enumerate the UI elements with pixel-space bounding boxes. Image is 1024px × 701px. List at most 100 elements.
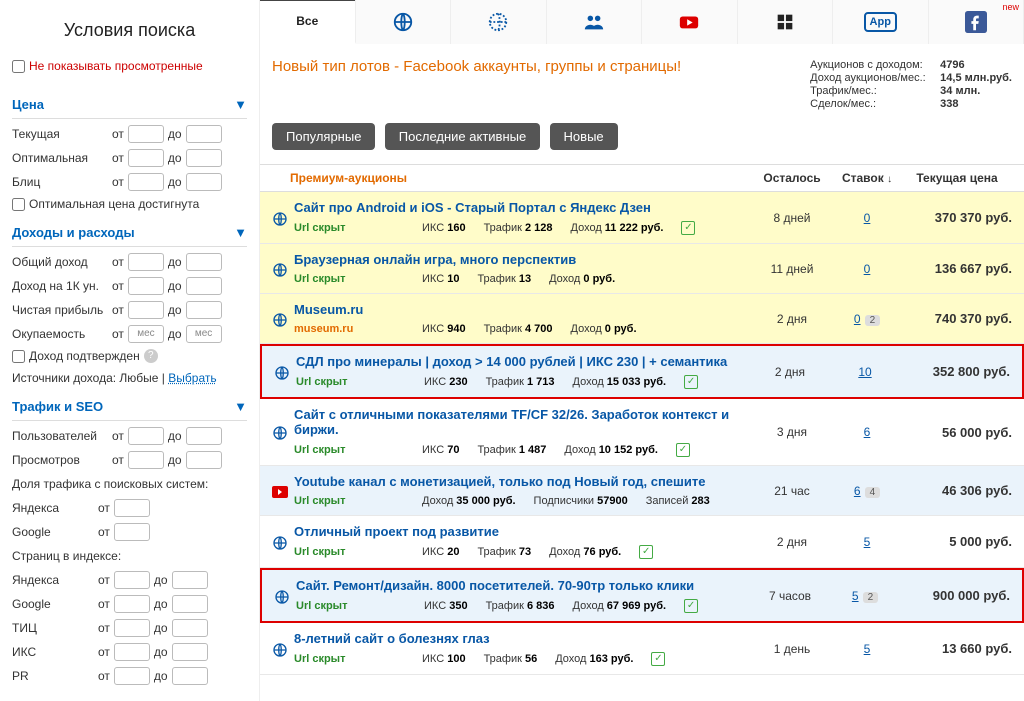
filter-from-input[interactable] [114, 499, 150, 517]
filter-to-input[interactable] [172, 571, 208, 589]
section-price-header[interactable]: Цена ▼ [12, 91, 247, 119]
tab-youtube[interactable] [642, 0, 738, 44]
filter-to-input[interactable] [186, 253, 222, 271]
filter-to-input[interactable] [186, 301, 222, 319]
lot-title[interactable]: Отличный проект под развитие [294, 524, 752, 539]
tab-all[interactable]: Все [260, 0, 356, 44]
filter-to-input[interactable] [186, 149, 222, 167]
filter-to-input[interactable] [186, 427, 222, 445]
lot-row[interactable]: 8-летний сайт о болезнях глаз Url скрытИ… [260, 623, 1024, 675]
lot-title[interactable]: Сайт про Android и iOS - Старый Портал с… [294, 200, 752, 215]
filter-from-input[interactable] [114, 523, 150, 541]
filter-from-input[interactable] [128, 253, 164, 271]
lot-title[interactable]: Браузерная онлайн игра, много перспектив [294, 252, 752, 267]
lot-bids[interactable]: 64 [832, 484, 902, 498]
lot-price: 46 306 руб. [902, 483, 1012, 498]
lot-title[interactable]: Youtube канал с монетизацией, только под… [294, 474, 752, 489]
filter-to-input[interactable] [172, 619, 208, 637]
lot-row[interactable]: Сайт про Android и iOS - Старый Портал с… [260, 192, 1024, 244]
filter-from-input[interactable] [128, 149, 164, 167]
lot-price: 370 370 руб. [902, 210, 1012, 225]
lot-row[interactable]: Сайт с отличными показателями TF/CF 32/2… [260, 399, 1024, 466]
help-icon[interactable]: ? [144, 349, 158, 363]
tab-instagram[interactable] [738, 0, 834, 44]
verified-icon: ✓ [651, 652, 665, 666]
search-share-label: Доля трафика с поисковых систем: [12, 477, 247, 491]
lot-title[interactable]: Сайт. Ремонт/дизайн. 8000 посетителей. 7… [296, 578, 750, 593]
lot-row[interactable]: Youtube канал с монетизацией, только под… [260, 466, 1024, 516]
lot-row[interactable]: Сайт. Ремонт/дизайн. 8000 посетителей. 7… [260, 568, 1024, 623]
lot-title[interactable]: Сайт с отличными показателями TF/CF 32/2… [294, 407, 752, 437]
lot-title[interactable]: Museum.ru [294, 302, 752, 317]
filter-label: Google [12, 525, 98, 539]
lot-bids[interactable]: 5 [832, 642, 902, 656]
filter-from-input[interactable] [128, 427, 164, 445]
hide-viewed-label: Не показывать просмотренные [29, 59, 203, 73]
section-income-header[interactable]: Доходы и расходы ▼ [12, 219, 247, 247]
lot-time-left: 8 дней [752, 211, 832, 225]
hide-viewed-checkbox[interactable] [12, 60, 25, 73]
lot-bids[interactable]: 5 [832, 535, 902, 549]
lot-title[interactable]: СДЛ про минералы | доход > 14 000 рублей… [296, 354, 750, 369]
filter-to-input[interactable] [172, 643, 208, 661]
facebook-icon [965, 11, 987, 33]
filter-to-input[interactable] [186, 173, 222, 191]
filter-to-input[interactable] [186, 125, 222, 143]
lot-title[interactable]: 8-летний сайт о болезнях глаз [294, 631, 752, 646]
filter-from-input[interactable] [128, 451, 164, 469]
filter-from-input[interactable] [128, 173, 164, 191]
filter-from-input[interactable] [128, 125, 164, 143]
filter-from-input[interactable] [114, 667, 150, 685]
income-sources-link[interactable]: Выбрать [168, 371, 216, 385]
youtube-icon [678, 11, 700, 33]
lot-row[interactable]: Отличный проект под развитие Url скрытИК… [260, 516, 1024, 568]
filter-label: ИКС [12, 645, 98, 659]
filter-label: Google [12, 597, 98, 611]
lot-time-left: 11 дней [752, 262, 832, 276]
lot-bids[interactable]: 0 [832, 262, 902, 276]
income-confirmed-checkbox[interactable] [12, 350, 25, 363]
col-time-header[interactable]: Осталось [752, 171, 832, 185]
section-income-title: Доходы и расходы [12, 225, 135, 240]
filter-to-input[interactable] [172, 667, 208, 685]
verified-icon: ✓ [676, 443, 690, 457]
opt-price-reached-checkbox[interactable] [12, 198, 25, 211]
tab-domains[interactable] [451, 0, 547, 44]
tab-apps[interactable]: App [833, 0, 929, 44]
lot-bids[interactable]: 52 [830, 589, 900, 603]
filter-from-input[interactable] [114, 643, 150, 661]
col-price-header[interactable]: Текущая цена [902, 171, 1012, 185]
pill-new[interactable]: Новые [550, 123, 618, 150]
filter-from-input[interactable] [114, 595, 150, 613]
lot-bids[interactable]: 10 [830, 365, 900, 379]
filter-from-input[interactable] [128, 277, 164, 295]
lot-url-hidden: Url скрыт [294, 653, 404, 665]
filter-to-input[interactable] [172, 595, 208, 613]
pill-popular[interactable]: Популярные [272, 123, 375, 150]
verified-icon: ✓ [684, 599, 698, 613]
filter-from-input[interactable] [114, 619, 150, 637]
filter-to-input[interactable] [186, 451, 222, 469]
lot-row[interactable]: СДЛ про минералы | доход > 14 000 рублей… [260, 344, 1024, 399]
filter-label: Пользователей [12, 429, 112, 443]
lot-url-hidden: Url скрыт [294, 273, 404, 285]
lot-bids[interactable]: 0 [832, 211, 902, 225]
tab-social[interactable] [547, 0, 643, 44]
filter-to-input[interactable] [186, 277, 222, 295]
col-bids-header[interactable]: Ставок ↓ [832, 171, 902, 185]
filter-from-input[interactable] [114, 571, 150, 589]
tab-websites[interactable] [356, 0, 452, 44]
lot-bids[interactable]: 02 [832, 312, 902, 326]
lot-domain[interactable]: museum.ru [294, 323, 404, 335]
pill-recent[interactable]: Последние активные [385, 123, 540, 150]
filter-from-input[interactable] [128, 301, 164, 319]
filter-label: Блиц [12, 175, 112, 189]
bid-badge: 2 [863, 592, 879, 603]
sort-arrow-icon: ↓ [887, 174, 892, 185]
filter-label: Яндекса [12, 501, 98, 515]
lot-row[interactable]: Браузерная онлайн игра, много перспектив… [260, 244, 1024, 294]
lot-bids[interactable]: 6 [832, 425, 902, 439]
lot-row[interactable]: Museum.ru museum.ruИКС 940Трафик 4 700До… [260, 294, 1024, 344]
section-traffic-header[interactable]: Трафик и SEO ▼ [12, 393, 247, 421]
tab-facebook[interactable]: new [929, 0, 1024, 44]
